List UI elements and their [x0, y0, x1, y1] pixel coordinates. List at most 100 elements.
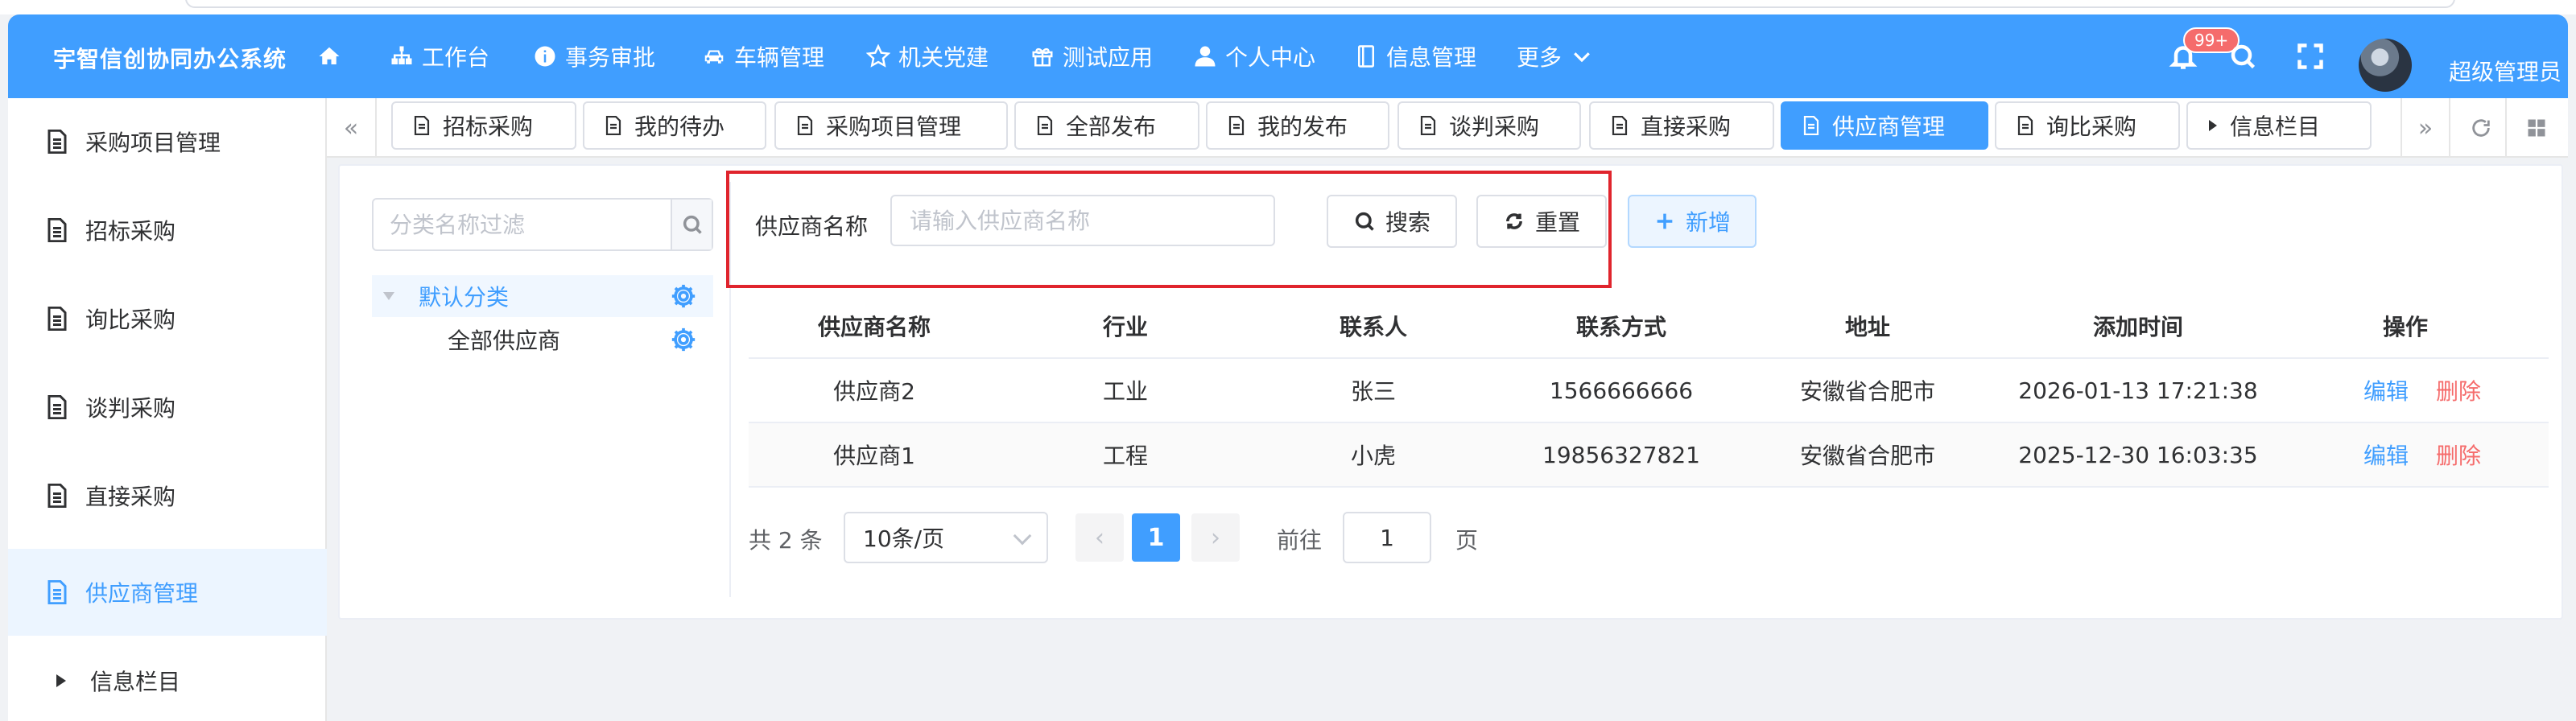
content-card: 默认分类 全部供应商 供应商名称 搜索 重置 新增 供应商名称 行业 联系人 联…	[338, 164, 2563, 620]
tabs-scroll-right[interactable]: »	[2401, 98, 2450, 158]
tabs-bar: « 招标采购 我的待办 采购项目管理 全部发布 我的发布 谈判采购 直接采购 供…	[327, 98, 2568, 158]
button-label: 搜索	[1385, 209, 1430, 236]
tree-node-default[interactable]: 默认分类	[372, 275, 713, 317]
grid-menu-icon[interactable]	[2512, 98, 2562, 158]
search-icon[interactable]	[2228, 42, 2257, 71]
home-icon	[319, 47, 340, 64]
document-icon	[47, 218, 67, 242]
button-label: 新增	[1685, 209, 1731, 236]
column-header: 地址	[1844, 314, 1891, 340]
reset-button[interactable]: 重置	[1476, 195, 1607, 248]
tab-all-published[interactable]: 全部发布	[1014, 101, 1199, 150]
nav-home[interactable]	[317, 40, 341, 72]
sidebar-item-label: 直接采购	[85, 484, 176, 510]
tabs-scroll-left[interactable]: «	[327, 98, 377, 158]
category-filter-input[interactable]	[374, 200, 671, 249]
refresh-icon[interactable]	[2457, 98, 2507, 158]
gear-icon[interactable]	[670, 282, 697, 310]
supplier-table: 供应商名称 行业 联系人 联系方式 地址 添加时间 操作 供应商2 工业 张三 …	[749, 295, 2549, 488]
edit-link[interactable]: 编辑	[2363, 374, 2409, 406]
search-button[interactable]: 搜索	[1327, 195, 1457, 248]
nav-test-app[interactable]: 测试应用	[1030, 40, 1153, 72]
document-icon	[1358, 45, 1374, 68]
goto-page-input[interactable]	[1343, 512, 1431, 563]
tab-bidding[interactable]: 招标采购	[391, 101, 576, 150]
user-icon	[1195, 46, 1216, 67]
gift-icon	[1032, 47, 1053, 67]
table-row: 供应商1 工程 小虎 19856327821 安徽省合肥市 2025-12-30…	[749, 423, 2549, 488]
prev-page-button[interactable]: ‹	[1075, 513, 1124, 562]
nav-more[interactable]: 更多	[1517, 40, 1594, 72]
document-icon	[47, 395, 67, 419]
category-filter-button[interactable]	[671, 200, 712, 249]
edit-link[interactable]: 编辑	[2363, 439, 2409, 471]
car-icon	[704, 50, 724, 64]
goto-label: 前往	[1277, 527, 1323, 554]
sidebar-item-info-column[interactable]: 信息栏目	[8, 637, 327, 721]
document-icon	[47, 484, 67, 508]
user-name[interactable]: 超级管理员	[2449, 55, 2562, 87]
sidebar-item-supplier[interactable]: 供应商管理	[8, 549, 327, 636]
nav-label: 事务审批	[565, 44, 656, 71]
document-icon	[605, 116, 621, 135]
sidebar-item-label: 招标采购	[85, 218, 176, 245]
sidebar-item-inquiry[interactable]: 询比采购	[8, 275, 327, 362]
gear-icon[interactable]	[670, 326, 697, 353]
sidebar-item-negotiation[interactable]: 谈判采购	[8, 364, 327, 451]
sidebar-item-bidding[interactable]: 招标采购	[8, 187, 327, 274]
tab-label: 招标采购	[443, 113, 534, 140]
cell-contact: 张三	[1350, 378, 1397, 405]
add-button[interactable]: 新增	[1628, 195, 1757, 248]
avatar[interactable]	[2359, 39, 2412, 92]
tab-procurement-project[interactable]: 采购项目管理	[774, 101, 1008, 150]
fullscreen-icon[interactable]	[2296, 42, 2325, 71]
caret-down-icon	[383, 292, 394, 300]
tab-info-column[interactable]: 信息栏目	[2186, 101, 2372, 150]
tab-label: 我的发布	[1257, 113, 1348, 140]
nav-label: 更多	[1517, 44, 1563, 71]
document-icon	[797, 116, 813, 135]
cell-time: 2025-12-30 16:03:35	[2018, 441, 2258, 468]
nav-info-manage[interactable]: 信息管理	[1354, 40, 1476, 72]
page-size-select[interactable]: 10条/页	[844, 512, 1048, 563]
nav-vehicle[interactable]: 车辆管理	[702, 40, 824, 72]
sitemap-icon	[391, 46, 412, 64]
sidebar-item-label: 谈判采购	[85, 395, 176, 422]
tab-inquiry[interactable]: 询比采购	[1995, 101, 2180, 150]
delete-link[interactable]: 删除	[2436, 439, 2481, 471]
address-bar[interactable]	[185, 0, 2455, 8]
nav-personal[interactable]: 个人中心	[1193, 40, 1315, 72]
page-number-current[interactable]: 1	[1132, 513, 1180, 562]
tab-supplier[interactable]: 供应商管理	[1781, 101, 1988, 150]
cell-phone: 1566666666	[1549, 377, 1694, 404]
tab-my-published[interactable]: 我的发布	[1206, 101, 1389, 150]
sidebar-item-direct[interactable]: 直接采购	[8, 452, 327, 539]
column-header: 操作	[2382, 314, 2429, 340]
tree-node-label: 全部供应商	[448, 328, 561, 354]
delete-link[interactable]: 删除	[2436, 374, 2481, 406]
next-page-button[interactable]: ›	[1191, 513, 1240, 562]
tab-label: 我的待办	[634, 113, 725, 140]
column-header: 供应商名称	[817, 314, 931, 340]
supplier-name-input[interactable]	[890, 195, 1275, 246]
tab-label: 采购项目管理	[826, 113, 962, 140]
sidebar-item-label: 采购项目管理	[85, 130, 221, 156]
button-label: 重置	[1534, 209, 1580, 236]
nav-label: 信息管理	[1386, 44, 1477, 71]
info-icon	[535, 46, 555, 67]
tab-direct[interactable]: 直接采购	[1589, 101, 1774, 150]
sidebar-item-procurement-project[interactable]: 采购项目管理	[8, 98, 327, 185]
column-header: 联系方式	[1575, 314, 1667, 340]
nav-label: 车辆管理	[734, 44, 825, 71]
tab-label: 谈判采购	[1449, 113, 1540, 140]
nav-workbench[interactable]: 工作台	[390, 40, 489, 72]
tab-my-todo[interactable]: 我的待办	[583, 101, 766, 150]
tree-node-all-suppliers[interactable]: 全部供应商	[372, 319, 713, 360]
category-filter	[372, 198, 713, 251]
star-icon	[866, 44, 890, 68]
browser-strip	[0, 0, 2576, 14]
tab-negotiation[interactable]: 谈判采购	[1397, 101, 1581, 150]
document-icon	[47, 307, 67, 331]
nav-party[interactable]: 机关党建	[866, 40, 989, 72]
nav-approval[interactable]: 事务审批	[533, 40, 655, 72]
